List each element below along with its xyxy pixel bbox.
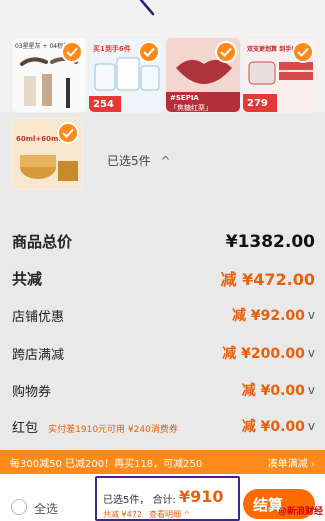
chevron-up-icon: ^ — [160, 154, 171, 168]
chevron-down-icon: v — [307, 419, 315, 433]
breakdown-label-wrap: 红包 实付差1910元可用 ¥240消费券 — [12, 417, 178, 436]
goods-total-value: ¥1382.00 — [225, 231, 315, 252]
promo-link[interactable]: 凑单满减 › — [268, 455, 315, 470]
selected-check-icon[interactable] — [292, 41, 314, 63]
product-price: 279 — [247, 98, 268, 109]
breakdown-value-wrap: 减 ¥92.00 v — [232, 305, 315, 325]
product-thumbnail-2[interactable]: 买1到手6件 254 — [88, 37, 164, 113]
breakdown-row-redpacket[interactable]: 红包 实付差1910元可用 ¥240消费券 减 ¥0.00 v — [12, 416, 315, 436]
discount-total-row: 共减 减 ¥472.00 — [12, 266, 315, 290]
summary-saved: 共减 ¥472 — [103, 510, 142, 519]
product-thumbnail-3[interactable]: #SEPIA 「焦糖红栗」 — [165, 37, 241, 113]
redpacket-note: 实付差1910元可用 ¥240消费券 — [48, 424, 178, 435]
product-caption: 买1到手6件 — [93, 45, 131, 53]
promo-banner: 每300减50 已减200！再买118，可减250 凑单满减 › — [0, 450, 325, 474]
discount-total-value: 减 ¥472.00 — [220, 270, 315, 289]
selected-count-toggle[interactable]: 已选5件 ^ — [107, 152, 171, 169]
breakdown-value-wrap: 减 ¥200.00 v — [222, 343, 315, 363]
product-caption: #SEPIA — [170, 94, 199, 102]
breakdown-value: 减 ¥200.00 — [222, 346, 305, 362]
product-caption: 双支更划算 到手价 — [247, 46, 298, 53]
goods-total-row: 商品总价 ¥1382.00 — [12, 231, 315, 252]
select-all-label[interactable]: 全选 — [34, 500, 58, 517]
scribble-mark — [139, 0, 155, 16]
product-caption: 60ml+60ml — [16, 135, 61, 143]
watermark: @新浪财经 — [277, 507, 323, 517]
select-all-radio[interactable] — [11, 499, 27, 515]
selected-check-icon[interactable] — [138, 41, 160, 63]
breakdown-value: 减 ¥92.00 — [231, 308, 305, 324]
breakdown-value: 减 ¥0.00 — [241, 383, 305, 399]
breakdown-row-crossstore[interactable]: 跨店满减 减 ¥200.00 v — [12, 343, 315, 363]
selected-count-label: 已选5件 — [107, 154, 151, 168]
selected-check-icon[interactable] — [215, 41, 237, 63]
breakdown-label: 红包 — [12, 420, 39, 436]
breakdown-value-wrap: 减 ¥0.00 v — [242, 380, 315, 400]
product-thumbnail-4[interactable]: 双支更划算 到手价 279 — [242, 37, 318, 113]
selected-check-icon[interactable] — [57, 122, 79, 144]
product-price: 254 — [93, 99, 114, 110]
view-detail-link[interactable]: 查看明细 ^ — [149, 509, 190, 520]
product-caption-sub: 「焦糖红栗」 — [170, 104, 212, 112]
breakdown-label: 购物券 — [12, 384, 52, 400]
product-thumbnail-5[interactable]: 60ml+60ml — [11, 118, 83, 190]
order-summary: 已选5件， 合计: ¥910 共减 ¥472 查看明细 ^ — [95, 476, 240, 521]
breakdown-label: 跨店满减 — [12, 347, 65, 363]
breakdown-value: 减 ¥0.00 — [241, 419, 305, 435]
summary-label: 已选5件， 合计: — [103, 495, 176, 506]
product-thumbnail-1[interactable]: 03星星灰 + 04棕灰棕 — [11, 37, 87, 113]
breakdown-row-store[interactable]: 店铺优惠 减 ¥92.00 v — [12, 305, 315, 325]
chevron-down-icon: v — [307, 308, 315, 322]
summary-total: ¥910 — [179, 487, 224, 506]
breakdown-label: 店铺优惠 — [12, 309, 65, 325]
discount-total-label: 共减 — [12, 269, 43, 288]
breakdown-row-coupon[interactable]: 购物券 减 ¥0.00 v — [12, 380, 315, 400]
goods-total-label: 商品总价 — [12, 233, 73, 251]
chevron-down-icon: v — [307, 346, 315, 360]
promo-text: 每300减50 已减200！再买118，可减250 — [10, 458, 203, 470]
chevron-down-icon: v — [307, 383, 315, 397]
selected-check-icon[interactable] — [61, 41, 83, 63]
breakdown-value-wrap: 减 ¥0.00 v — [242, 416, 315, 436]
